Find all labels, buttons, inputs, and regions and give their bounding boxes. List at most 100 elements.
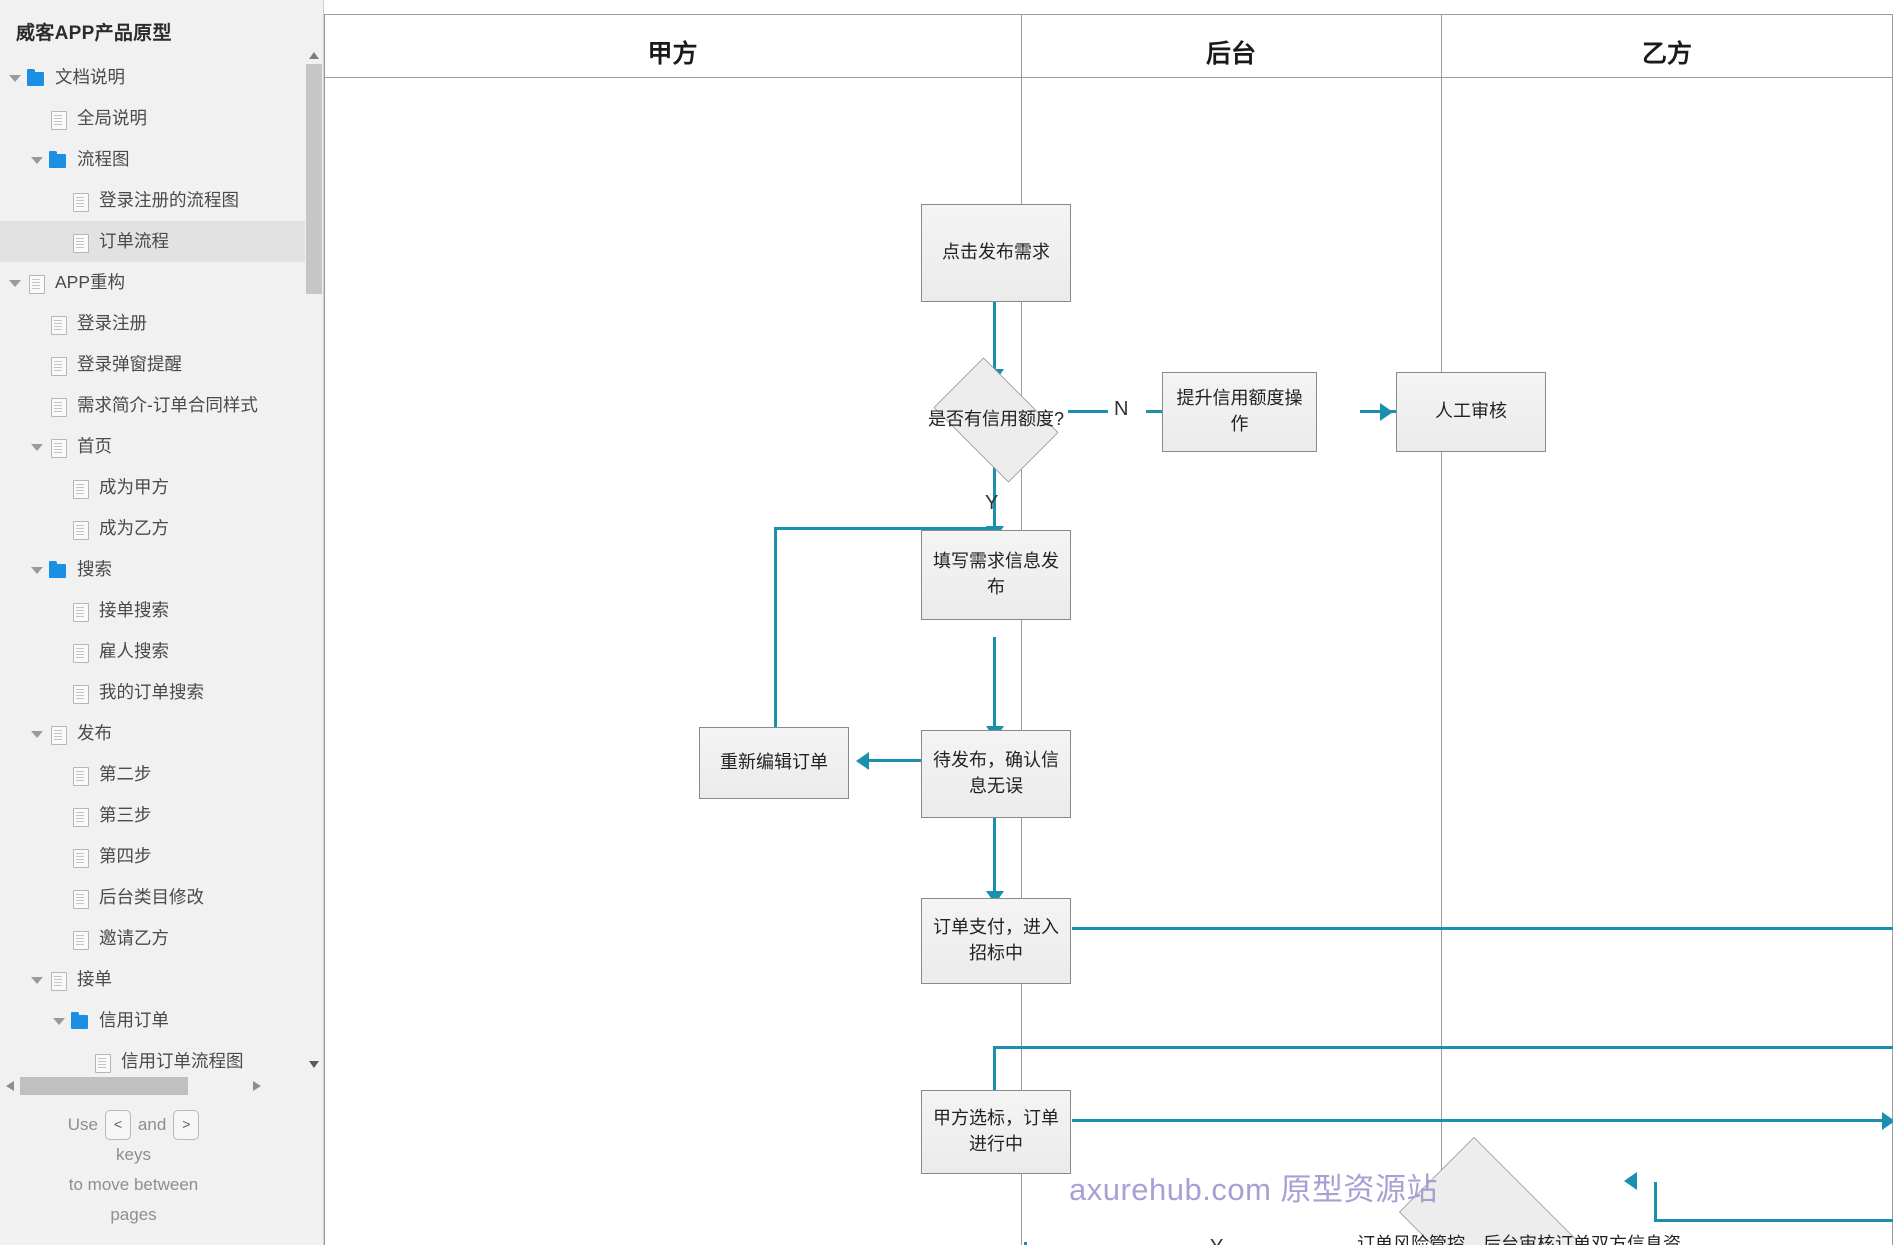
chevron-down-icon[interactable] (30, 440, 44, 454)
node-label: 订单风险管控，后台审核订单双方信息资质以及劳 (1357, 1233, 1681, 1245)
sidebar-item[interactable]: 文档说明 (0, 57, 323, 98)
sidebar-item-label: 发布 (77, 722, 112, 743)
swimlane-flowchart: 甲方 后台 乙方 点击发布需求 是否有信用额度? 提升信用额度操作 人工审核 填… (324, 14, 1893, 1245)
horizontal-scroll-thumb[interactable] (20, 1077, 188, 1095)
node-label: 重新编辑订单 (720, 752, 828, 773)
page-icon (70, 233, 90, 253)
connector-n2-label-n (1068, 410, 1108, 413)
arrowhead-n10-n11 (1882, 1112, 1893, 1130)
sidebar-item[interactable]: 需求简介-订单合同样式 (0, 385, 323, 426)
keyboard-hint: Use < and > keys to move between pages (0, 1110, 267, 1230)
sidebar-horizontal-scrollbar[interactable] (0, 1073, 267, 1099)
lane-title-yifang: 乙方 (1641, 40, 1692, 68)
sidebar-item[interactable]: 流程图 (0, 139, 323, 180)
sidebar-item[interactable]: 全局说明 (0, 98, 323, 139)
node-raise-credit-limit[interactable]: 提升信用额度操作 (1162, 372, 1317, 452)
chevron-down-icon[interactable] (30, 727, 44, 741)
lane-title-jiafang: 甲方 (647, 40, 698, 68)
node-label: 填写需求信息发布 (933, 551, 1059, 597)
sidebar-vertical-scrollbar[interactable] (305, 46, 323, 1073)
sidebar-item-label: 第二步 (99, 763, 152, 784)
hint-keys-label: keys (116, 1145, 151, 1164)
page-icon (48, 971, 68, 991)
node-label: 订单支付，进入招标中 (933, 917, 1059, 963)
page-icon (70, 766, 90, 786)
connector-n1-n2 (993, 301, 996, 373)
scroll-up-icon[interactable] (305, 46, 323, 64)
node-label: 人工审核 (1435, 401, 1507, 422)
sidebar-item[interactable]: 第三步 (0, 795, 323, 836)
chevron-down-icon[interactable] (52, 1014, 66, 1028)
sidebar-item[interactable]: 第四步 (0, 836, 323, 877)
sidebar-item-label: 需求简介-订单合同样式 (77, 394, 258, 415)
sidebar-item[interactable]: 登录注册的流程图 (0, 180, 323, 221)
sidebar-item[interactable]: 订单流程 (0, 221, 323, 262)
next-page-key[interactable]: > (173, 1110, 200, 1140)
scroll-right-icon[interactable] (247, 1073, 267, 1099)
chevron-down-icon[interactable] (8, 71, 22, 85)
horizontal-scroll-track[interactable] (20, 1073, 247, 1099)
scroll-down-icon[interactable] (305, 1055, 323, 1073)
sidebar-item[interactable]: 我的订单搜索 (0, 672, 323, 713)
chevron-down-icon[interactable] (30, 153, 44, 167)
sidebar-item-label: 雇人搜索 (99, 640, 169, 661)
lane-title-houtai: 后台 (1205, 40, 1256, 68)
page-icon (70, 848, 90, 868)
node-pending-publish-confirm[interactable]: 待发布，确认信息无误 (921, 730, 1071, 818)
page-icon (48, 397, 68, 417)
sidebar-item[interactable]: 发布 (0, 713, 323, 754)
sidebar-item-label: 首页 (77, 435, 112, 456)
sidebar-item[interactable]: 雇人搜索 (0, 631, 323, 672)
sidebar-item-label: 我的订单搜索 (99, 681, 204, 702)
vertical-scroll-thumb[interactable] (306, 64, 322, 294)
prev-page-key[interactable]: < (104, 1110, 131, 1140)
edge-label-n: N (1114, 398, 1129, 420)
sidebar-item[interactable]: 后台类目修改 (0, 877, 323, 918)
sidebar-item[interactable]: 接单 (0, 959, 323, 1000)
page-icon (70, 930, 90, 950)
sidebar-item-label: 全局说明 (77, 107, 147, 128)
page-icon (70, 889, 90, 909)
sidebar-item-label: 搜索 (77, 558, 112, 579)
sidebar-item[interactable]: 成为乙方 (0, 508, 323, 549)
swimlane-body (324, 78, 1893, 1245)
node-click-publish-requirement[interactable]: 点击发布需求 (921, 204, 1071, 302)
node-manual-review[interactable]: 人工审核 (1396, 372, 1546, 452)
sidebar-item[interactable]: 接单搜索 (0, 590, 323, 631)
chevron-down-icon[interactable] (30, 973, 44, 987)
sidebar-item[interactable]: 邀请乙方 (0, 918, 323, 959)
connector-n9-n10 (993, 1046, 996, 1094)
sidebar-item-label: 登录弹窗提醒 (77, 353, 182, 374)
sidebar-item-label: 文档说明 (55, 66, 125, 87)
sidebar-item[interactable]: 搜索 (0, 549, 323, 590)
node-select-bid-order-ongoing[interactable]: 甲方选标，订单进行中 (921, 1090, 1071, 1174)
sidebar-item-label: 接单 (77, 968, 112, 989)
chevron-down-icon[interactable] (8, 276, 22, 290)
sidebar-item[interactable]: 登录注册 (0, 303, 323, 344)
sidebar-item[interactable]: 第二步 (0, 754, 323, 795)
node-re-edit-order[interactable]: 重新编辑订单 (699, 727, 849, 799)
hint-line2: to move between (68, 1175, 199, 1194)
project-title: 威客APP产品原型 (16, 23, 172, 44)
node-has-credit-limit-decision[interactable]: 是否有信用额度? (921, 357, 1071, 483)
sidebar-item-label: APP重构 (55, 271, 126, 292)
sidebar-item[interactable]: APP重构 (0, 262, 323, 303)
sidebar-item[interactable]: 成为甲方 (0, 467, 323, 508)
node-order-payment-bidding[interactable]: 订单支付，进入招标中 (921, 898, 1071, 984)
sidebar-item[interactable]: 首页 (0, 426, 323, 467)
chevron-down-icon[interactable] (30, 563, 44, 577)
sidebar-item[interactable]: 信用订单 (0, 1000, 323, 1041)
page-icon (70, 192, 90, 212)
scroll-left-icon[interactable] (0, 1073, 20, 1099)
edge-label-y: Y (985, 492, 999, 514)
sidebar-item[interactable]: 登录弹窗提醒 (0, 344, 323, 385)
node-fill-requirement-publish[interactable]: 填写需求信息发布 (921, 530, 1071, 620)
sidebar-item-label: 第四步 (99, 845, 152, 866)
